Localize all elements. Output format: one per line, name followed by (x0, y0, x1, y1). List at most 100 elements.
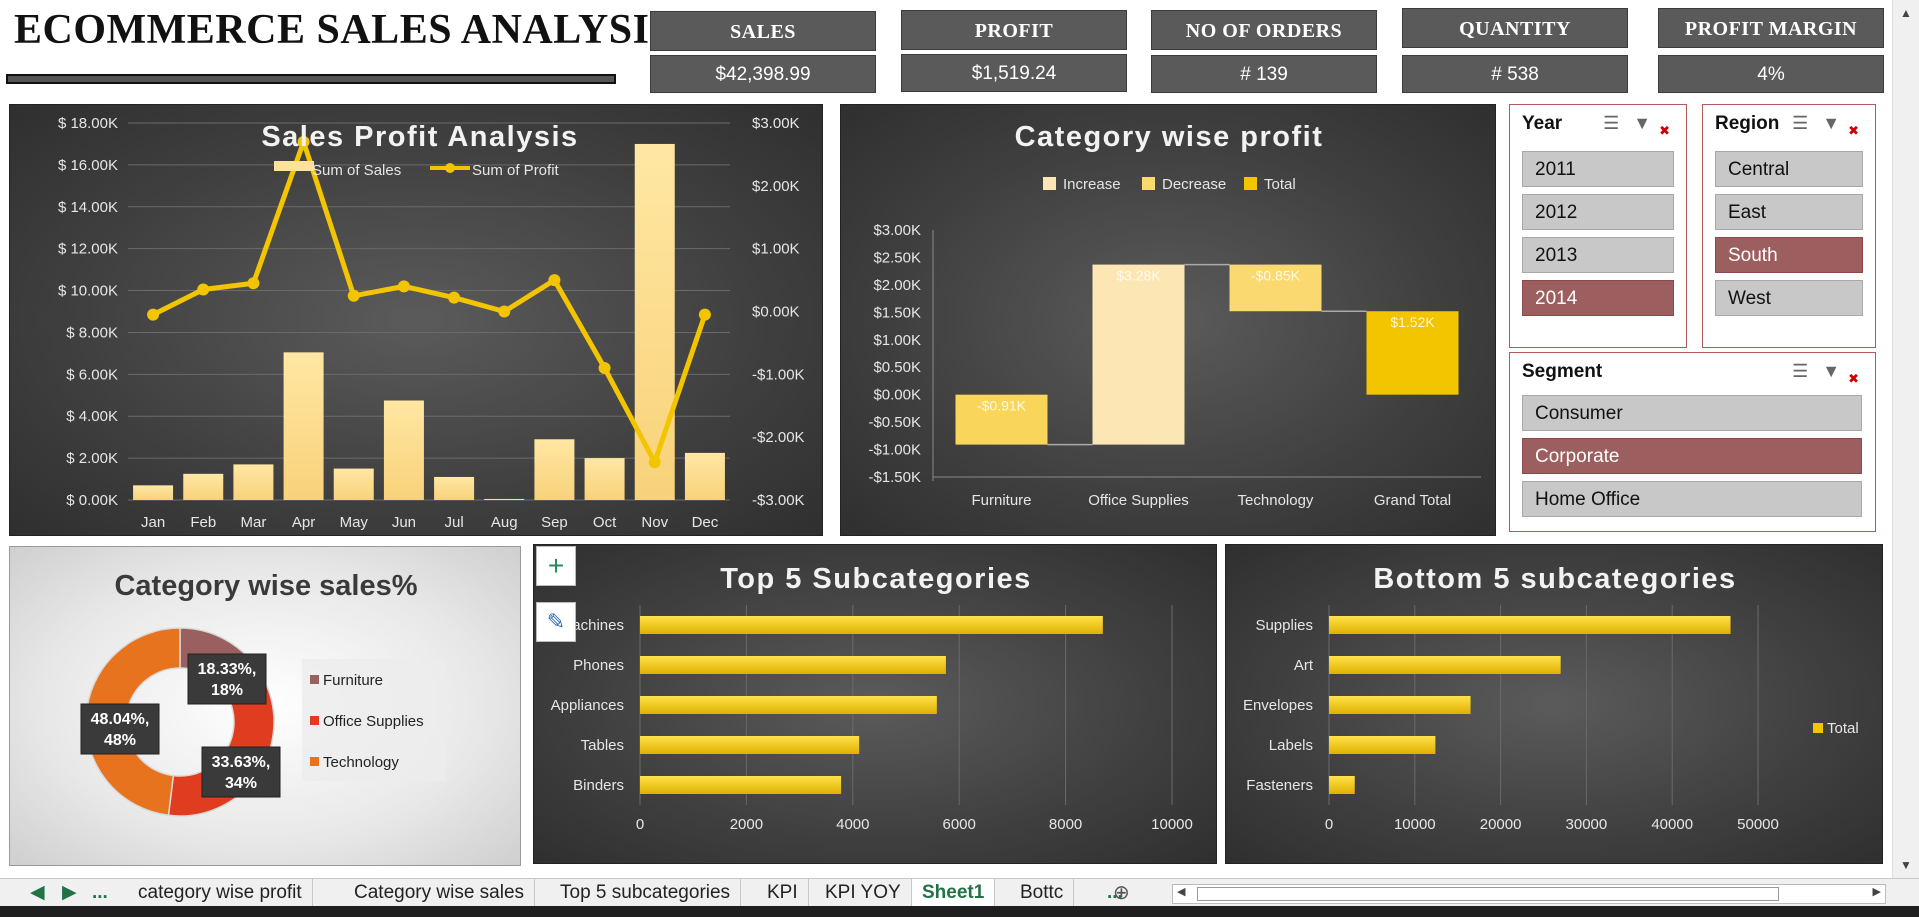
y-tick: Phones (573, 657, 624, 674)
kpi-value: 4% (1658, 55, 1884, 93)
slicer-item-region[interactable]: East (1715, 194, 1863, 230)
bar (1329, 696, 1471, 714)
bar (640, 736, 860, 754)
category-sales-svg: 18.33%, 18% 33.63%, 34% 48.04%, 48% Category w… (80, 570, 446, 817)
sheet-tab[interactable]: Bottc (1010, 879, 1075, 907)
kpi-label: PROFIT (901, 10, 1127, 50)
x-tick: May (340, 514, 369, 531)
slicer-item-segment[interactable]: Home Office (1522, 481, 1862, 517)
year-slicer-title: Year (1522, 113, 1563, 134)
sheet-tab[interactable]: KPI (757, 879, 809, 907)
legend-entry: Furniture (323, 672, 383, 689)
x-tick: Apr (292, 514, 315, 531)
legend-swatch-sales (274, 161, 314, 171)
legend-sales: Sum of Sales (312, 162, 401, 179)
sheet-tab[interactable]: KPI YOY (815, 879, 912, 907)
top5-chart[interactable]: 0 2000 4000 6000 8000 10000 Machines Phones Appl… (533, 544, 1217, 864)
clear-filter-icon[interactable]: ▼ ✖ (1633, 113, 1676, 138)
slicer-item-region[interactable]: Central (1715, 151, 1863, 187)
y-tick: $2.00K (873, 277, 921, 294)
profit-point (548, 274, 561, 287)
clear-filter-icon[interactable]: ▼ ✖ (1822, 113, 1865, 138)
slicer-item-year[interactable]: 2012 (1522, 194, 1674, 230)
sales-bar (634, 143, 675, 500)
x-tick: Furniture (971, 492, 1031, 509)
kpi-value: $42,398.99 (650, 55, 876, 93)
y-tick-right: $1.00K (752, 241, 800, 258)
chart-title: Category wise sales% (114, 570, 417, 602)
sales-bar (233, 464, 274, 500)
slicer-item-segment[interactable]: Consumer (1522, 395, 1862, 431)
chart-styles-button[interactable]: ✎ (536, 602, 576, 642)
bar (640, 616, 1103, 634)
y-tick-left: $ 12.00K (58, 241, 118, 258)
data-label-rounded: 48% (104, 732, 136, 749)
x-tick: 40000 (1651, 816, 1693, 833)
y-tick: $1.00K (873, 332, 921, 349)
slicer-item-segment[interactable]: Corporate (1522, 438, 1862, 474)
horizontal-scrollbar[interactable]: ◀ ▶ (1172, 884, 1886, 904)
slicer-item-year[interactable]: 2014 (1522, 280, 1674, 316)
kpi-label: SALES (650, 11, 876, 51)
y-tick: Art (1294, 657, 1314, 674)
legend-swatch (1244, 177, 1257, 190)
sales-profit-chart[interactable]: $ 0.00K $ 2.00K $ 4.00K $ 6.00K $ 8.00K $ 10.… (9, 104, 823, 536)
scroll-up-icon[interactable]: ▲ (1900, 6, 1912, 20)
y-tick-right: $0.00K (752, 304, 800, 321)
x-tick: 8000 (1049, 816, 1082, 833)
horizontal-scroll-thumb[interactable] (1197, 887, 1779, 901)
category-profit-chart[interactable]: -$1.50K -$1.00K -$0.50K $0.00K $0.50K $1.00K $… (840, 104, 1496, 536)
y-tick: $1.50K (873, 304, 921, 321)
add-sheet-icon[interactable]: ⊕ (1103, 879, 1140, 907)
x-tick: Feb (190, 514, 216, 531)
y-tick-left: $ 14.00K (58, 199, 118, 216)
profit-point (197, 283, 210, 296)
region-slicer[interactable]: Region ☰ ▼ ✖ Central East South West (1702, 104, 1876, 348)
scroll-down-icon[interactable]: ▼ (1900, 858, 1912, 872)
kpi-value: $1,519.24 (901, 54, 1127, 92)
x-tick: Grand Total (1374, 492, 1451, 509)
profit-point (598, 362, 611, 375)
clear-filter-icon[interactable]: ▼ ✖ (1822, 361, 1865, 386)
vertical-scrollbar[interactable]: ▲ ▼ (1892, 0, 1919, 878)
legend-entry: Technology (323, 754, 399, 771)
chart-title: Bottom 5 subcategories (1373, 563, 1736, 595)
sheet-tab[interactable]: Category wise sales (344, 879, 536, 907)
slicer-item-region[interactable]: South (1715, 237, 1863, 273)
top5-svg: 0 2000 4000 6000 8000 10000MachinesPhonesAppl… (551, 563, 1193, 833)
scroll-left-icon[interactable]: ◀ (1177, 885, 1185, 898)
kpi-label: NO OF ORDERS (1151, 10, 1377, 50)
sheet-tab[interactable]: category wise profit (128, 879, 313, 907)
y-tick-left: $ 0.00K (66, 492, 118, 509)
slicer-item-year[interactable]: 2011 (1522, 151, 1674, 187)
more-sheets-left[interactable]: ... (82, 879, 118, 907)
profit-point (698, 308, 711, 321)
x-tick: Nov (641, 514, 668, 531)
slicer-item-year[interactable]: 2013 (1522, 237, 1674, 273)
y-tick-right: $3.00K (752, 115, 800, 132)
chart-elements-button[interactable]: + (536, 546, 576, 586)
kpi-label: QUANTITY (1402, 8, 1628, 48)
prev-sheet-icon[interactable]: ◀ (20, 879, 55, 907)
sales-bar (684, 452, 725, 500)
category-sales-chart[interactable]: 18.33%, 18% 33.63%, 34% 48.04%, 48% Category w… (9, 546, 521, 866)
y-tick-left: $ 2.00K (66, 450, 118, 467)
bottom5-chart[interactable]: 0 10000 20000 30000 40000 50000 Supplies Art Env… (1225, 544, 1883, 864)
y-tick-right: $2.00K (752, 178, 800, 195)
slicer-item-region[interactable]: West (1715, 280, 1863, 316)
multi-select-icon[interactable]: ☰ (1792, 113, 1808, 133)
multi-select-icon[interactable]: ☰ (1603, 113, 1619, 133)
sheet-tab[interactable]: Top 5 subcategories (550, 879, 742, 907)
multi-select-icon[interactable]: ☰ (1792, 361, 1808, 381)
x-tick: Jan (141, 514, 165, 531)
kpi-value: # 538 (1402, 55, 1628, 93)
y-tick: $2.50K (873, 249, 921, 266)
scroll-right-icon[interactable]: ▶ (1873, 885, 1881, 898)
sales-profit-svg: $ 0.00K $ 2.00K $ 4.00K $ 6.00K $ 8.00K $ 10.… (58, 115, 805, 531)
y-tick: Tables (581, 737, 624, 754)
chart-title: Sales Profit Analysis (261, 121, 578, 153)
year-slicer[interactable]: Year ☰ ▼ ✖ 2011 2012 2013 2014 (1509, 104, 1687, 348)
legend-swatch (310, 757, 319, 766)
legend-swatch (1142, 177, 1155, 190)
segment-slicer[interactable]: Segment ☰ ▼ ✖ Consumer Corporate Home Office (1509, 352, 1876, 532)
